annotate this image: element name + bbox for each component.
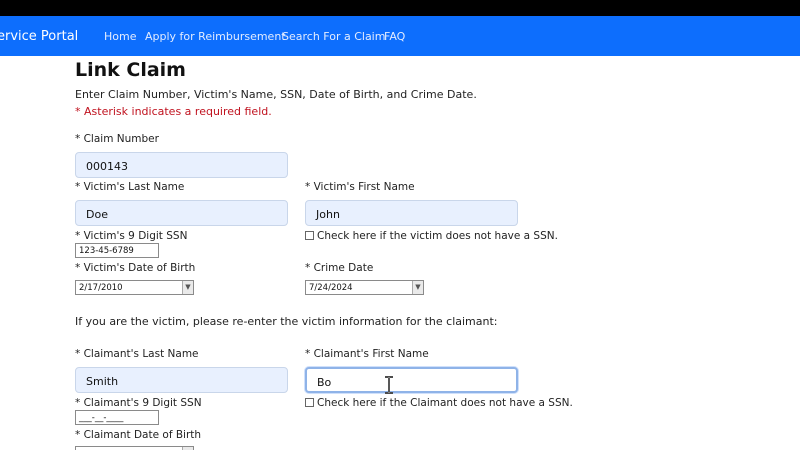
required-note: * Asterisk indicates a required field. (75, 105, 272, 118)
nav-link-apply[interactable]: Apply for Reimbursement (145, 30, 286, 43)
claimant-no-ssn-label: Check here if the Claimant does not have… (317, 397, 573, 409)
claimant-first-name-label: * Claimant's First Name (305, 348, 429, 360)
page-title: Link Claim (75, 59, 186, 81)
navbar: ervice Portal Home Apply for Reimburseme… (0, 16, 800, 56)
instructions-text: Enter Claim Number, Victim's Name, SSN, … (75, 88, 477, 101)
claim-number-input[interactable]: 000143 (75, 152, 288, 178)
claimant-last-name-label: * Claimant's Last Name (75, 348, 199, 360)
nav-link-search[interactable]: Search For a Claim (282, 30, 385, 43)
chevron-down-icon[interactable]: ▼ (412, 281, 423, 294)
claimant-first-name-input[interactable]: Bo (305, 367, 518, 393)
crime-date-value: 7/24/2024 (309, 283, 353, 293)
victim-ssn-label: * Victim's 9 Digit SSN (75, 230, 188, 242)
claimant-ssn-label: * Claimant's 9 Digit SSN (75, 397, 202, 409)
victim-last-name-label: * Victim's Last Name (75, 181, 185, 193)
crime-date-label: * Crime Date (305, 262, 374, 274)
reenter-note: If you are the victim, please re-enter t… (75, 315, 498, 328)
claimant-last-name-input[interactable]: Smith (75, 367, 288, 393)
chevron-down-icon[interactable]: ▼ (182, 281, 193, 294)
victim-first-name-input[interactable]: John (305, 200, 518, 226)
claimant-no-ssn-checkbox[interactable] (305, 398, 314, 407)
victim-ssn-input[interactable]: 123-45-6789 (75, 243, 159, 258)
top-black-bar (0, 0, 800, 16)
claimant-ssn-input[interactable]: ___-__-____ (75, 410, 159, 425)
brand-title[interactable]: ervice Portal (0, 29, 78, 44)
victim-dob-value: 2/17/2010 (79, 283, 123, 293)
nav-link-faq[interactable]: FAQ (384, 30, 405, 43)
victim-no-ssn-label: Check here if the victim does not have a… (317, 230, 558, 242)
claimant-dob-label: * Claimant Date of Birth (75, 429, 202, 441)
victim-no-ssn-checkbox[interactable] (305, 231, 314, 240)
victim-dob-label: * Victim's Date of Birth (75, 262, 196, 274)
text-cursor-icon (385, 376, 393, 394)
crime-date-picker[interactable]: 7/24/2024 ▼ (305, 280, 424, 295)
victim-dob-picker[interactable]: 2/17/2010 ▼ (75, 280, 194, 295)
victim-first-name-label: * Victim's First Name (305, 181, 415, 193)
claimant-dob-picker[interactable]: ▼ (75, 446, 194, 450)
nav-link-home[interactable]: Home (104, 30, 136, 43)
claim-number-label: * Claim Number (75, 133, 159, 145)
victim-last-name-input[interactable]: Doe (75, 200, 288, 226)
